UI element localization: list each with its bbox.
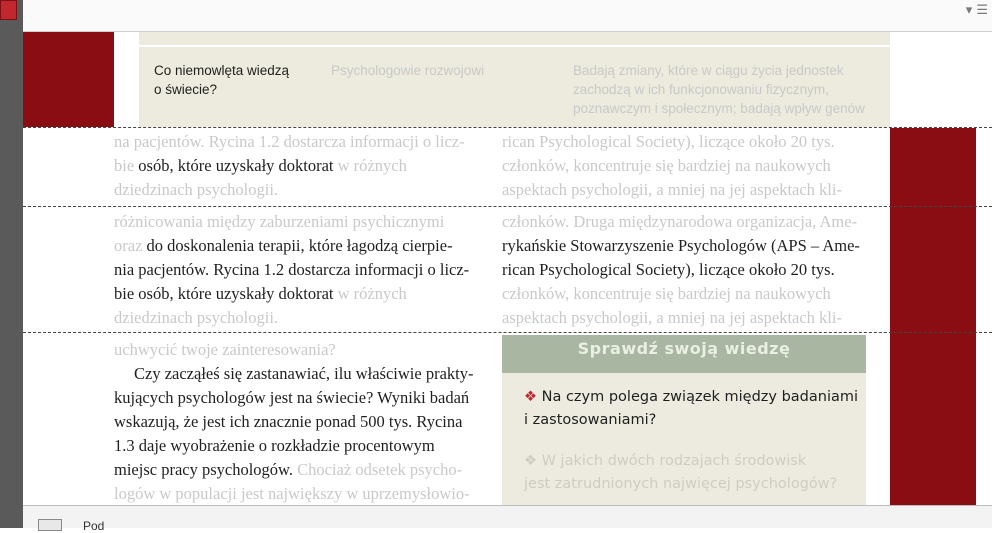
strip2-left-column: różnicowania między zaburzeniami psychic… xyxy=(114,212,470,327)
quiz-question-1: ❖ Na czym polega związek między badaniam… xyxy=(524,389,859,428)
table-divider xyxy=(139,45,890,47)
strip1-right-column: rican Psychological Society), liczące ok… xyxy=(502,132,842,199)
diamond-bullet-icon: ❖ xyxy=(524,389,537,405)
menu-dropdown-icon[interactable]: ▾ ☰ xyxy=(966,3,988,18)
strip1-left-column: na pacjentów. Rycina 1.2 dostarcza infor… xyxy=(114,132,465,199)
table-cell-description: Badają zmiany, które w ciągu życia jedno… xyxy=(573,63,865,116)
top-toolbar: ▾ ☰ xyxy=(23,0,992,32)
strip2-right-column: członków. Druga międzynarodowa organizac… xyxy=(502,212,860,327)
red-side-block-top xyxy=(23,32,114,127)
quiz-box-body: ❖ Na czym polega związek między badaniam… xyxy=(502,373,866,505)
strip-divider xyxy=(23,332,992,333)
table-cell-group: Psychologowie rozwojowi xyxy=(331,63,485,78)
strip3-left-column: uchwycić twoje zainteresowania? Czy zacz… xyxy=(114,340,474,503)
strip-divider xyxy=(23,127,992,128)
left-sidebar-rail xyxy=(0,0,23,528)
red-side-block-right xyxy=(890,128,976,505)
document-view-icon[interactable] xyxy=(38,519,62,531)
quiz-question-2: ❖ W jakich dwóch rodzajach środowisk jes… xyxy=(524,453,838,492)
bottom-status-bar: Pod xyxy=(23,505,992,533)
table-cell-question: Co niemowlęta wiedzą o świecie? xyxy=(154,63,290,97)
strip-divider xyxy=(23,206,992,207)
quiz-title: Sprawdź swoją wiedzę xyxy=(577,339,791,358)
quiz-box-header: Sprawdź swoją wiedzę xyxy=(502,335,866,373)
status-label: Pod xyxy=(83,519,105,533)
diamond-bullet-icon: ❖ xyxy=(524,453,537,469)
page-thumbnail-icon[interactable] xyxy=(0,0,17,20)
